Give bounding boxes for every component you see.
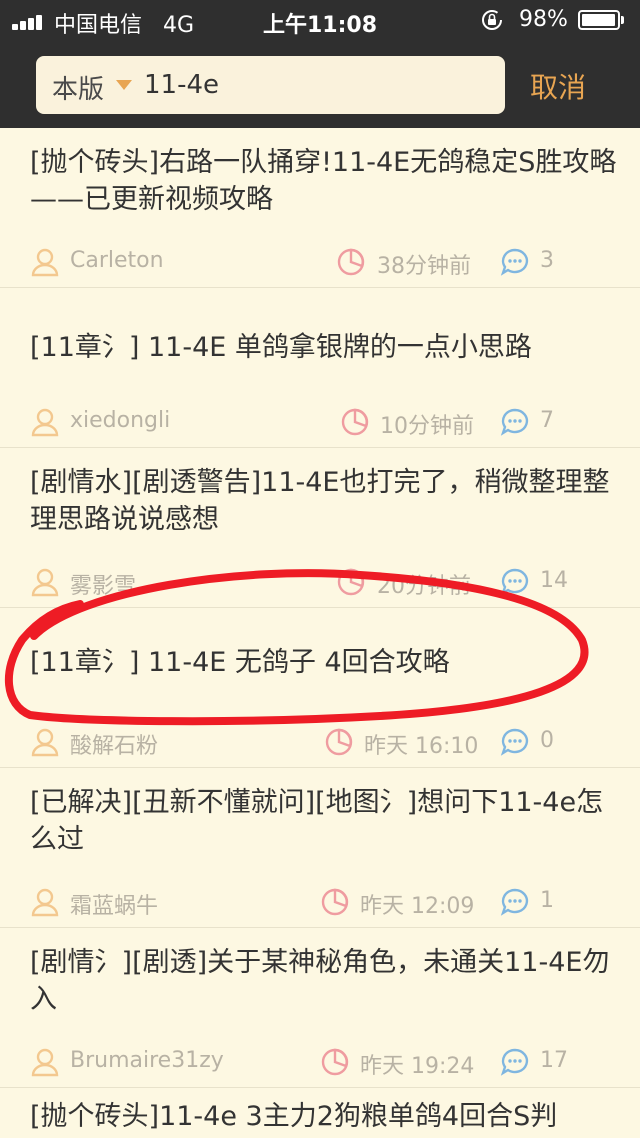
- list-item[interactable]: [剧情氵][剧透]关于某神秘角色，未通关11-4E勿入 Brumaire31zy…: [0, 928, 640, 1088]
- cancel-button[interactable]: 取消: [530, 66, 586, 106]
- post-author: 雾影雪: [70, 574, 137, 599]
- post-time: 10分钟前: [380, 414, 474, 439]
- user-icon: [31, 568, 59, 597]
- post-time: 38分钟前: [377, 254, 471, 279]
- post-title[interactable]: [11章氵] 11-4E 单鸽拿银牌的一点小思路: [30, 329, 620, 366]
- user-icon: [31, 728, 59, 757]
- post-time: 昨天 16:10: [364, 734, 479, 759]
- post-time: 昨天 12:09: [360, 894, 475, 919]
- list-item[interactable]: [抛个砖头]11-4e 3主力2狗粮单鸽4回合S判: [0, 1088, 640, 1138]
- post-author: xiedongli: [70, 408, 171, 433]
- battery-fill: [582, 14, 615, 26]
- clock-icon: [337, 568, 365, 596]
- post-author: 霜蓝蜗牛: [70, 894, 159, 919]
- comment-icon: [500, 888, 529, 916]
- list-item[interactable]: [已解决][丑新不懂就问][地图氵]想问下11-4e怎么过 霜蓝蜗牛 昨天 12…: [0, 768, 640, 928]
- comment-icon: [500, 248, 529, 276]
- user-icon: [31, 1048, 59, 1077]
- post-author: Brumaire31zy: [70, 1048, 224, 1073]
- clock-icon: [337, 248, 365, 276]
- search-box[interactable]: 本版: [36, 56, 505, 114]
- post-title[interactable]: [剧情水][剧透警告]11-4E也打完了，稍微整理整理思路说说感想: [30, 464, 620, 538]
- battery-percent: 98%: [519, 7, 568, 32]
- post-title[interactable]: [抛个砖头]11-4e 3主力2狗粮单鸽4回合S判: [30, 1098, 640, 1135]
- comment-icon: [500, 728, 529, 756]
- battery-icon: [578, 10, 624, 30]
- post-title[interactable]: [剧情氵][剧透]关于某神秘角色，未通关11-4E勿入: [30, 944, 620, 1018]
- post-author: Carleton: [70, 248, 164, 273]
- user-icon: [31, 888, 59, 917]
- lock-rotation-icon: [482, 10, 502, 30]
- list-item[interactable]: [11章氵] 11-4E 无鸽子 4回合攻略 酸解石粉 昨天 16:10 0: [0, 608, 640, 768]
- dropdown-arrow-icon[interactable]: [116, 80, 132, 90]
- comment-icon: [500, 568, 529, 596]
- post-title[interactable]: [11章氵] 11-4E 无鸽子 4回合攻略: [30, 644, 620, 681]
- user-icon: [31, 248, 59, 277]
- comment-icon: [500, 408, 529, 436]
- post-title[interactable]: [抛个砖头]右路一队捅穿!11-4E无鸽稳定S胜攻略——已更新视频攻略: [30, 144, 620, 218]
- post-time: 20分钟前: [377, 574, 471, 599]
- post-time: 昨天 19:24: [360, 1054, 475, 1079]
- comment-count: 0: [540, 728, 554, 753]
- list-item[interactable]: [11章氵] 11-4E 单鸽拿银牌的一点小思路 xiedongli 10分钟前…: [0, 288, 640, 448]
- search-scope-selector[interactable]: 本版: [52, 69, 104, 106]
- comment-count: 17: [540, 1048, 568, 1073]
- comment-count: 3: [540, 248, 554, 273]
- search-input[interactable]: [144, 64, 494, 106]
- post-list: [抛个砖头]右路一队捅穿!11-4E无鸽稳定S胜攻略——已更新视频攻略 Carl…: [0, 128, 640, 1138]
- user-icon: [31, 408, 59, 437]
- comment-count: 1: [540, 888, 554, 913]
- post-title[interactable]: [已解决][丑新不懂就问][地图氵]想问下11-4e怎么过: [30, 784, 620, 858]
- clock-icon: [321, 1048, 349, 1076]
- status-bar: 中国电信 4G 上午11:08 98%: [0, 0, 640, 40]
- search-bar: 本版 取消: [0, 40, 640, 128]
- post-author: 酸解石粉: [70, 734, 159, 759]
- comment-count: 14: [540, 568, 568, 593]
- clock-icon: [325, 728, 353, 756]
- list-item[interactable]: [剧情水][剧透警告]11-4E也打完了，稍微整理整理思路说说感想 雾影雪 20…: [0, 448, 640, 608]
- comment-icon: [500, 1048, 529, 1076]
- comment-count: 7: [540, 408, 554, 433]
- clock-icon: [321, 888, 349, 916]
- clock-icon: [341, 408, 369, 436]
- list-item[interactable]: [抛个砖头]右路一队捅穿!11-4E无鸽稳定S胜攻略——已更新视频攻略 Carl…: [0, 128, 640, 288]
